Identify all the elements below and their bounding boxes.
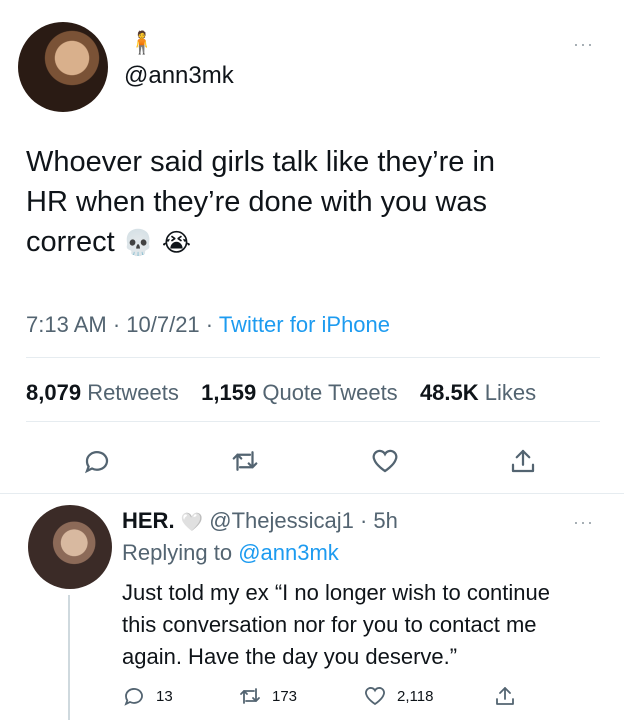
- retweets-label[interactable]: Retweets: [87, 380, 179, 405]
- reply-actions: 13 173 2,118: [122, 681, 602, 711]
- retweet-icon[interactable]: [238, 684, 262, 708]
- tweet-text: Whoever said girls talk like they’re in …: [26, 142, 606, 263]
- quotes-label[interactable]: Quote Tweets: [262, 380, 397, 405]
- reply-more-options-icon[interactable]: ···: [573, 512, 594, 533]
- share-icon[interactable]: [506, 444, 540, 478]
- replying-to: Replying to @ann3mk: [122, 540, 339, 566]
- heart-icon[interactable]: [368, 444, 402, 478]
- reply-text-line2: this conversation nor for you to contact…: [122, 612, 537, 637]
- divider: [26, 357, 600, 358]
- divider: [26, 421, 600, 422]
- quotes-count[interactable]: 1,159: [201, 380, 256, 405]
- reply-handle[interactable]: @Thejessicaj1 · 5h: [209, 508, 398, 533]
- more-options-icon[interactable]: ···: [573, 34, 594, 55]
- skull-emoji: 💀: [122, 229, 154, 257]
- reply-comment-count: 13: [156, 687, 173, 705]
- reply-like-count: 2,118: [397, 687, 434, 705]
- reply-text-line3: again. Have the day you deserve.”: [122, 644, 458, 669]
- username[interactable]: @ann3mk: [124, 62, 234, 90]
- timestamp: 7:13 AM · 10/7/21 ·: [26, 312, 219, 337]
- reply-icon[interactable]: [80, 444, 114, 478]
- tweet-text-line3: correct: [26, 226, 115, 258]
- heart-icon[interactable]: [363, 684, 387, 708]
- stats-row: 8,079 Retweets 1,159 Quote Tweets 48.5K …: [26, 380, 536, 406]
- reply-text-line1: Just told my ex “I no longer wish to con…: [122, 580, 550, 605]
- tweet-text-line2: HR when they’re done with you was: [26, 186, 488, 218]
- replying-prefix: Replying to: [122, 540, 239, 565]
- likes-count[interactable]: 48.5K: [420, 380, 479, 405]
- retweet-icon[interactable]: [228, 444, 262, 478]
- reply-icon[interactable]: [122, 684, 146, 708]
- source-link[interactable]: Twitter for iPhone: [219, 312, 390, 337]
- reply-comment-action[interactable]: 13: [122, 684, 238, 708]
- thread-line: [68, 595, 70, 720]
- reply-display-name[interactable]: HER.: [122, 508, 175, 533]
- timestamp-row: 7:13 AM · 10/7/21 · Twitter for iPhone: [26, 312, 390, 338]
- tweet-text-line1: Whoever said girls talk like they’re in: [26, 146, 496, 178]
- reply-header: HER. 🤍 @Thejessicaj1 · 5h: [122, 508, 398, 534]
- reply-like-action[interactable]: 2,118: [363, 684, 493, 708]
- reply-retweet-count: 173: [272, 687, 298, 705]
- likes-label[interactable]: Likes: [485, 380, 536, 405]
- white-heart-emoji: 🤍: [180, 512, 204, 532]
- avatar[interactable]: [18, 22, 108, 112]
- reply-text: Just told my ex “I no longer wish to con…: [122, 577, 617, 673]
- reply-share-action[interactable]: [493, 684, 517, 708]
- replying-to-link[interactable]: @ann3mk: [238, 540, 339, 565]
- share-icon[interactable]: [493, 684, 517, 708]
- reply-avatar[interactable]: [28, 505, 112, 589]
- top-emoji: 🧍: [128, 30, 156, 55]
- reply-retweet-action[interactable]: 173: [238, 684, 363, 708]
- tweet-text-line3-wrap: correct 💀 😭: [26, 222, 606, 263]
- crying-emoji: 😭: [161, 229, 192, 257]
- retweets-count[interactable]: 8,079: [26, 380, 81, 405]
- divider: [0, 493, 624, 494]
